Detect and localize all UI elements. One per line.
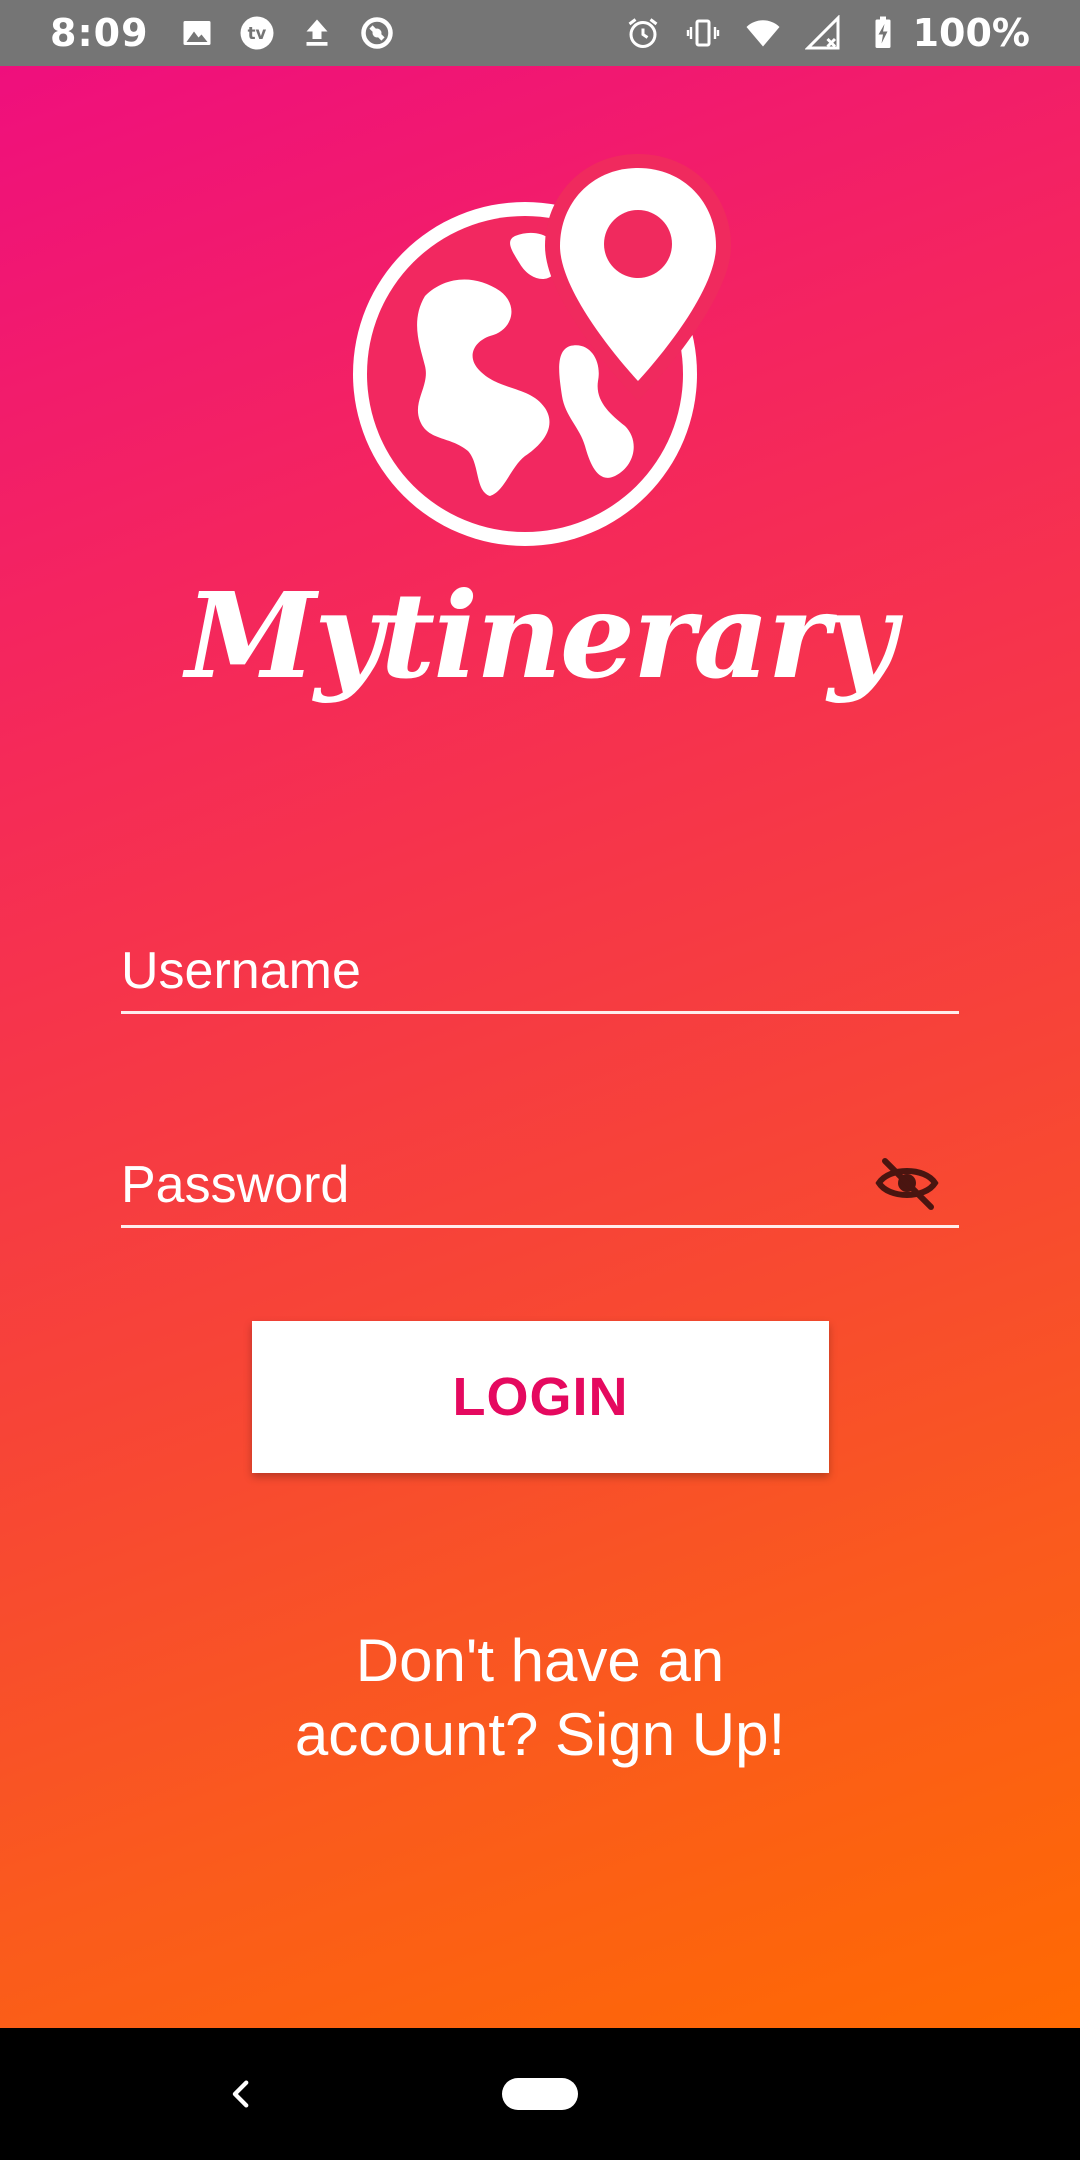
tv-icon: tv [237, 13, 277, 53]
battery-percentage: 100% [912, 11, 1030, 55]
username-input[interactable] [121, 941, 881, 1001]
sync-icon [357, 13, 397, 53]
svg-text:tv: tv [247, 24, 266, 43]
home-pill-icon[interactable] [502, 2078, 578, 2110]
brand-wordmark: Mytinerary [185, 566, 897, 705]
navigation-bar [0, 2028, 1080, 2160]
alarm-icon [623, 13, 663, 53]
password-field[interactable] [121, 1138, 959, 1228]
login-button[interactable]: LOGIN [252, 1321, 829, 1473]
wifi-icon [743, 13, 783, 53]
battery-charging-icon [863, 13, 903, 53]
back-chevron-icon[interactable] [222, 2074, 262, 2114]
password-input[interactable] [121, 1155, 881, 1215]
upload-icon [297, 13, 337, 53]
image-icon [177, 13, 217, 53]
status-bar: 8:09 tv 100% [0, 0, 1080, 66]
signup-link[interactable]: Don't have an account? Sign Up! [240, 1624, 840, 1772]
phone-screen: 8:09 tv 100% Mytinerary Username LOGIN D… [0, 0, 1080, 2160]
globe-pin-icon [353, 154, 731, 546]
status-right: 100% [623, 11, 1030, 55]
signal-icon [803, 13, 843, 53]
status-left: 8:09 tv [50, 11, 417, 55]
username-field[interactable] [121, 924, 959, 1014]
login-screen: Mytinerary LOGIN Don't have an account? … [0, 66, 1080, 2028]
vibrate-icon [683, 13, 723, 53]
status-time: 8:09 [50, 11, 149, 55]
eye-off-icon[interactable] [875, 1155, 939, 1211]
